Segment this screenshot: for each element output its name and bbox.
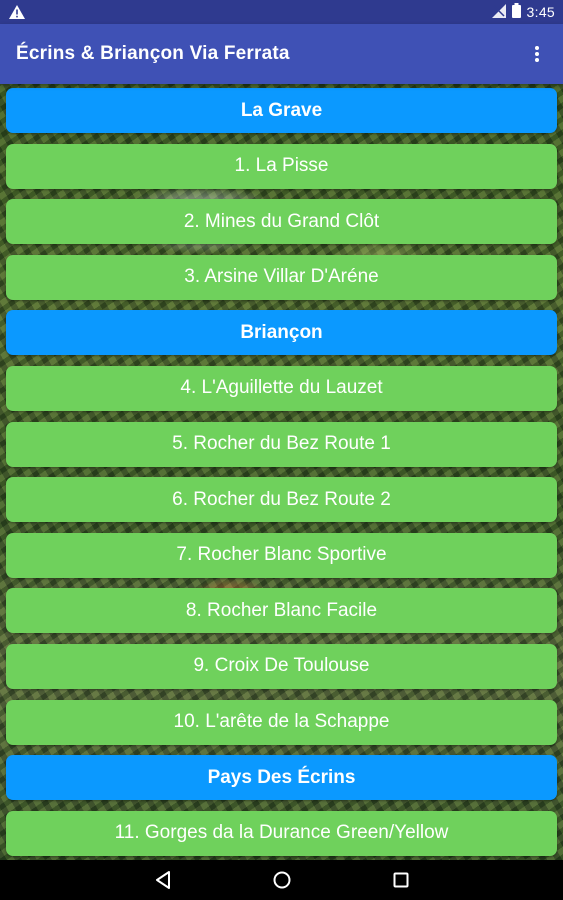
app-bar: Écrins & Briançon Via Ferrata [0,24,563,84]
route-item[interactable]: 10. L'arête de la Schappe [6,699,557,745]
route-item[interactable]: 6. Rocher du Bez Route 2 [6,477,557,523]
route-list-background: La Grave 1. La Pisse 2. Mines du Grand C… [0,84,563,860]
route-item[interactable]: 11. Gorges da la Durance Green/Yellow [6,810,557,856]
status-bar: 3:45 [0,0,563,24]
signal-off-icon [491,3,506,21]
route-item[interactable]: 1. La Pisse [6,143,557,189]
route-item[interactable]: 8. Rocher Blanc Facile [6,588,557,634]
home-icon[interactable] [270,868,294,892]
route-item[interactable]: 7. Rocher Blanc Sportive [6,532,557,578]
recents-icon[interactable] [389,868,413,892]
back-icon[interactable] [151,868,175,892]
route-item[interactable]: 2. Mines du Grand Clôt [6,199,557,245]
overflow-menu-icon[interactable] [525,42,549,66]
status-icons: 3:45 [491,3,555,21]
battery-icon [511,3,521,21]
app-title: Écrins & Briançon Via Ferrata [16,43,290,64]
route-list: La Grave 1. La Pisse 2. Mines du Grand C… [6,88,557,860]
section-header-briancon[interactable]: Briançon [6,310,557,356]
route-item[interactable]: 9. Croix De Toulouse [6,643,557,689]
route-item[interactable]: 3. Arsine Villar D'Aréne [6,254,557,300]
section-header-pays-des-ecrins[interactable]: Pays Des Écrins [6,755,557,801]
warning-icon [8,4,26,20]
clock: 3:45 [526,4,555,20]
section-header-la-grave[interactable]: La Grave [6,88,557,133]
navigation-bar [0,860,563,900]
app-screen: 3:45 Écrins & Briançon Via Ferrata La Gr… [0,0,563,900]
route-item[interactable]: 5. Rocher du Bez Route 1 [6,421,557,467]
route-item[interactable]: 4. L'Aguillette du Lauzet [6,365,557,411]
